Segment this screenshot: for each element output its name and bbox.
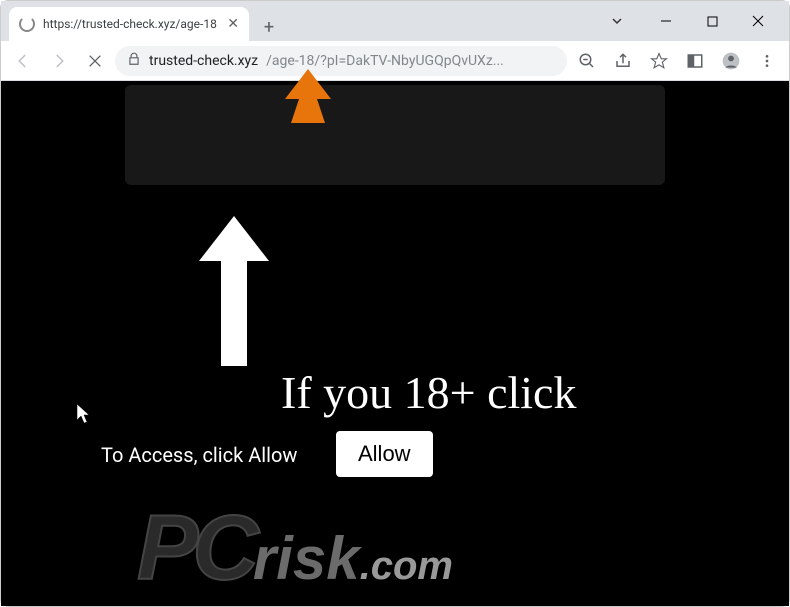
sidepanel-icon[interactable] (679, 45, 711, 77)
menu-icon[interactable] (751, 45, 783, 77)
bookmark-icon[interactable] (643, 45, 675, 77)
loading-spinner-icon (19, 16, 35, 32)
arrow-up-icon (189, 206, 279, 380)
lock-icon (127, 52, 141, 70)
subtext: To Access, click Allow (101, 443, 297, 467)
maximize-button[interactable] (689, 5, 735, 37)
watermark-com: .com (360, 544, 453, 589)
chevron-down-icon[interactable] (611, 12, 623, 31)
page-content: If you 18+ click To Access, click Allow … (1, 81, 789, 606)
close-tab-icon[interactable]: ✕ (227, 16, 239, 32)
headline-text: If you 18+ click (281, 366, 576, 419)
close-window-button[interactable] (735, 5, 781, 37)
cursor-icon (76, 403, 92, 429)
titlebar: https://trusted-check.xyz/age-18 ✕ + (1, 1, 789, 41)
address-bar[interactable]: trusted-check.xyz/age-18/?pI=DakTV-NbyUG… (115, 46, 567, 76)
browser-toolbar: trusted-check.xyz/age-18/?pI=DakTV-NbyUG… (1, 41, 789, 81)
watermark-risk: risk (253, 524, 360, 593)
share-icon[interactable] (607, 45, 639, 77)
back-button[interactable] (7, 45, 39, 77)
notification-popup-shadow (125, 85, 665, 185)
allow-button[interactable]: Allow (336, 431, 433, 477)
zoom-icon[interactable] (571, 45, 603, 77)
url-domain: trusted-check.xyz (149, 53, 258, 69)
browser-tab[interactable]: https://trusted-check.xyz/age-18 ✕ (9, 7, 249, 41)
tab-title: https://trusted-check.xyz/age-18 (43, 17, 219, 31)
profile-icon[interactable] (715, 45, 747, 77)
forward-button[interactable] (43, 45, 75, 77)
watermark: PC risk .com (137, 496, 453, 601)
orange-pointer-icon (279, 67, 337, 129)
minimize-button[interactable] (643, 5, 689, 37)
window-controls (611, 5, 781, 37)
watermark-pc: PC (137, 496, 253, 601)
new-tab-button[interactable]: + (255, 13, 283, 41)
stop-reload-button[interactable] (79, 45, 111, 77)
